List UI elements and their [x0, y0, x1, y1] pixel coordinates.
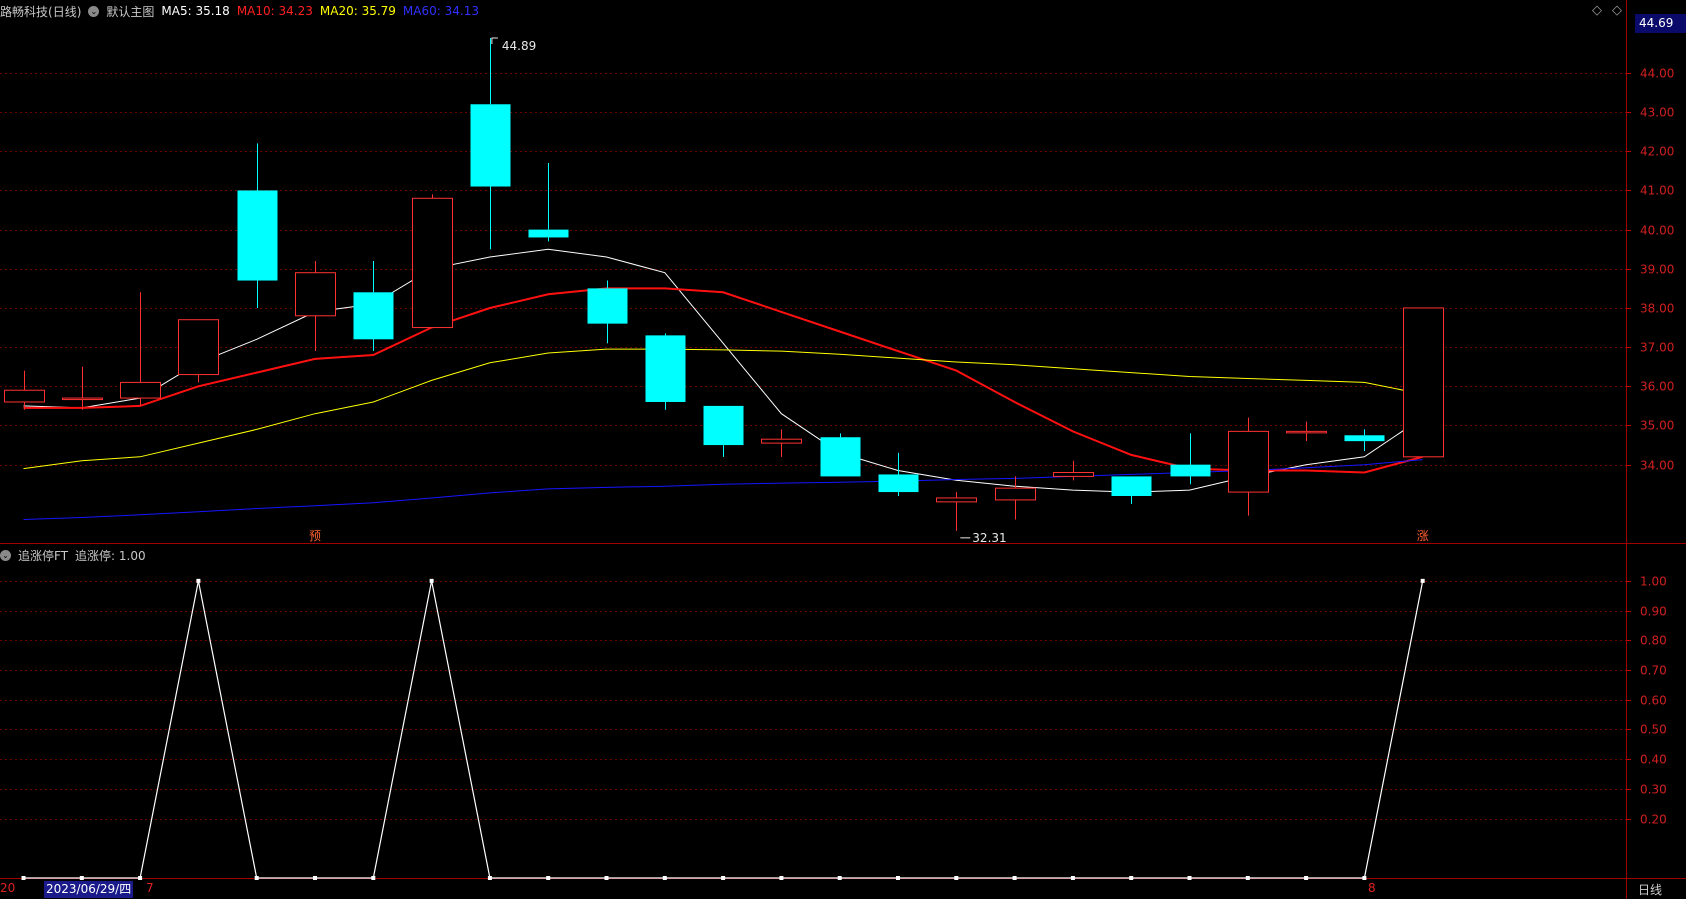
candle-body-up [120, 381, 161, 399]
candle-body-down [1344, 435, 1385, 442]
candle-body-up [1228, 430, 1269, 493]
indicator-line [23, 580, 1424, 879]
indicator-point [254, 876, 259, 880]
candle-body-up [295, 272, 336, 317]
x-axis-tick-8: 8 [1368, 881, 1376, 895]
sub-y-tick-label: 0.90 [1640, 605, 1667, 619]
ma-layer [23, 248, 1423, 520]
indicator-point [79, 876, 84, 880]
marker-yu: 预 [309, 529, 321, 543]
candle-body-up [412, 197, 453, 329]
main-y-tick-label: 35.00 [1640, 419, 1674, 433]
candle-body-up [4, 389, 45, 403]
candle-body-up [995, 487, 1036, 501]
x-axis-left-partial: 20 [0, 881, 16, 895]
crosshair-date-label: 2023/06/29/四 [44, 881, 134, 898]
main-y-tick-label: 41.00 [1640, 184, 1674, 198]
indicator-point [546, 876, 551, 880]
sub-y-tick-label: 0.30 [1640, 783, 1667, 797]
indicator-point [1012, 876, 1017, 880]
candle-body-up [761, 438, 802, 444]
indicator-point [1304, 876, 1309, 880]
indicator-point [896, 876, 900, 880]
indicator-point [429, 578, 434, 583]
indicator-point [371, 876, 376, 880]
sub-y-tick-label: 0.60 [1640, 694, 1667, 708]
main-y-tick-label: 43.00 [1640, 106, 1674, 120]
indicator-point [313, 876, 317, 880]
main-y-tick-label: 37.00 [1640, 341, 1674, 355]
candle-body-down [528, 229, 569, 238]
candle-body-down [470, 104, 511, 187]
sub-y-tick-label: 1.00 [1640, 575, 1667, 589]
indicator-point [21, 876, 26, 880]
sub-y-tick-label: 0.40 [1640, 753, 1667, 767]
indicator-point [1362, 876, 1367, 880]
low-price-label: 32.31 [972, 531, 1006, 545]
sub-y-tick-label: 0.80 [1640, 634, 1667, 648]
indicator-point [1420, 578, 1425, 583]
candle-body-down [353, 292, 394, 340]
candle-body-down [703, 405, 744, 446]
period-label[interactable]: 日线 [1638, 881, 1662, 898]
candle-body-down [1170, 464, 1211, 477]
high-price-label: 44.89 [502, 39, 536, 53]
indicator-point [662, 876, 667, 880]
candle-body-up [1053, 471, 1094, 477]
candle-body-up [1286, 430, 1327, 434]
indicator-point [138, 876, 143, 880]
axis-layer: 44.00 43.00 42.00 41.00 40.00 39.00 38.00 37.00… [1626, 67, 1674, 827]
indicator-point [196, 578, 201, 583]
x-axis-tick-7: 7 [146, 881, 154, 895]
candle-body-down [587, 288, 628, 324]
main-y-tick-label: 42.00 [1640, 145, 1674, 159]
indicator-point [487, 876, 492, 880]
indicator-point [1187, 876, 1192, 880]
candle-body-up [178, 319, 219, 376]
indicator-point [837, 876, 842, 880]
candle-body-down [645, 335, 686, 402]
main-y-tick-label: 40.00 [1640, 224, 1674, 238]
indicator-point [1070, 876, 1075, 880]
candle-layer [4, 38, 1444, 531]
candle-body-down [237, 190, 278, 281]
candle-body-down [820, 437, 861, 477]
sub-y-tick-label: 0.50 [1640, 723, 1667, 737]
indicator-point [604, 876, 609, 880]
candle-body-up [1403, 307, 1444, 458]
indicator-point [721, 876, 726, 880]
main-y-tick-label: 39.00 [1640, 263, 1674, 277]
main-y-tick-label: 34.00 [1640, 459, 1674, 473]
candle-body-up [936, 497, 977, 503]
candle-body-down [878, 474, 919, 493]
indicator-point [1129, 876, 1134, 880]
marker-zhang: 涨 [1417, 528, 1429, 543]
indicator-point [779, 876, 784, 880]
stock-chart[interactable]: 44.00 43.00 42.00 41.00 40.00 39.00 38.00 37.00… [0, 0, 1686, 899]
main-y-tick-label: 44.00 [1640, 67, 1674, 81]
main-y-tick-label: 36.00 [1640, 380, 1674, 394]
high-arrow [491, 37, 498, 45]
indicator-point [954, 876, 959, 880]
candle-body-down [1111, 476, 1152, 496]
indicator-point [1245, 876, 1250, 880]
sub-y-tick-label: 0.70 [1640, 664, 1667, 678]
main-y-tick-label: 38.00 [1640, 302, 1674, 316]
sub-y-tick-label: 0.20 [1640, 813, 1667, 827]
candle-body-up [62, 397, 103, 401]
